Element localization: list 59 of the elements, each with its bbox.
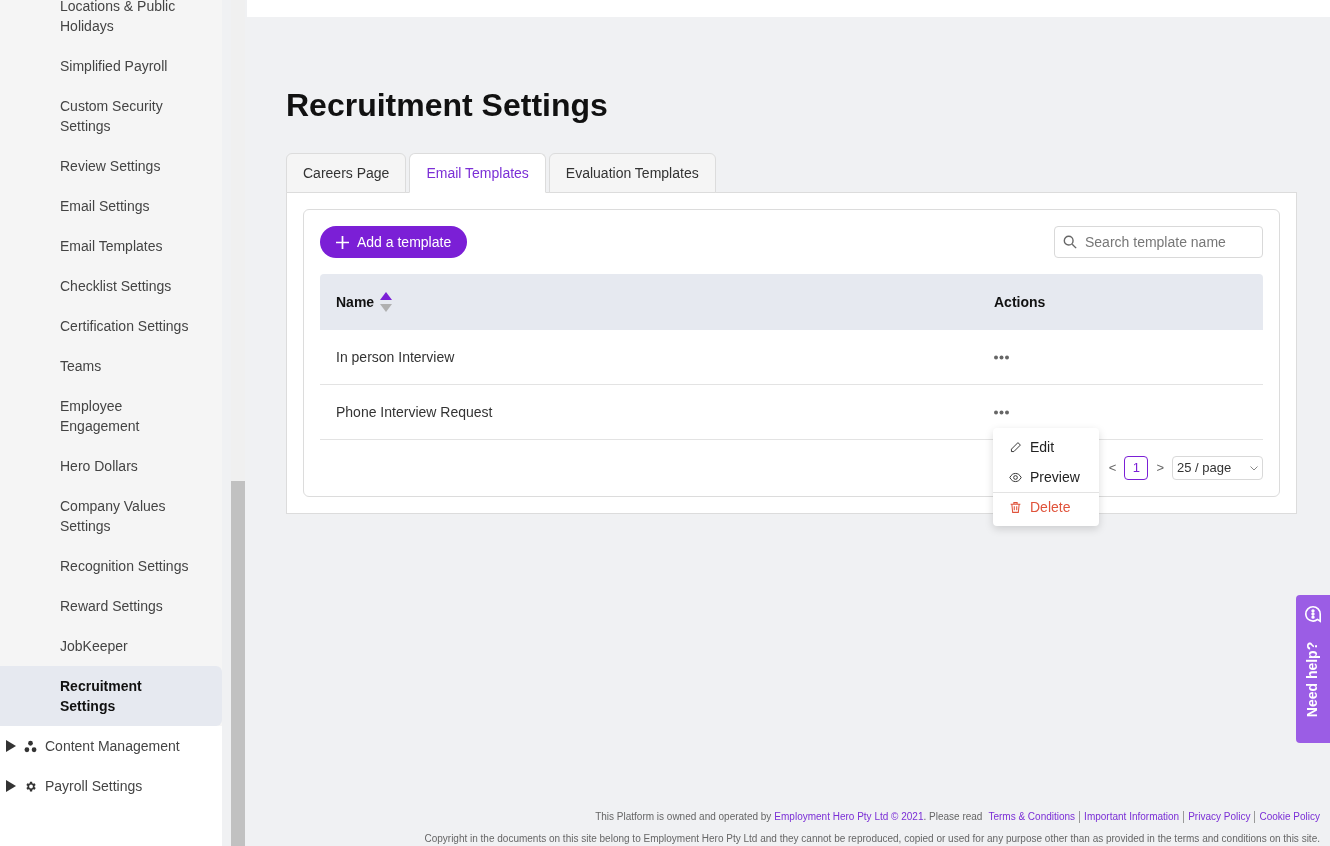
footer-text: . Please read: [923, 811, 983, 823]
sidebar-item[interactable]: Locations & Public Holidays: [0, 0, 222, 46]
sidebar-item[interactable]: Review Settings: [0, 146, 222, 186]
sidebar-item[interactable]: Employee Engagement: [0, 386, 222, 446]
column-header: Actions: [994, 292, 1046, 312]
footer-link[interactable]: Privacy Policy: [1188, 811, 1251, 823]
add-template-button[interactable]: Add a template: [320, 226, 468, 258]
sidebar-item[interactable]: Hero Dollars: [0, 446, 222, 486]
sidebar-item[interactable]: Email Templates: [0, 226, 222, 266]
menu-item[interactable]: Edit: [993, 432, 1099, 462]
column-header[interactable]: Name: [336, 291, 375, 313]
pencil-icon: [1009, 440, 1022, 454]
copyright-text: Copyright in the documents on this site belong to Employment Hero Pty Ltd and they cannot be reproduced, copied or used for any purpose other than as provided in the terms and conditions on this site.: [424, 833, 1320, 845]
tab[interactable]: Email Templates: [409, 153, 546, 193]
sort-icon[interactable]: [380, 291, 393, 313]
sidebar-section-label: Payroll Settings: [45, 777, 143, 796]
table-cell-text: In person Interview: [336, 347, 456, 367]
footer-link[interactable]: Terms & Conditions: [988, 811, 1076, 823]
sidebar-item[interactable]: Email Settings: [0, 186, 222, 226]
more-icon[interactable]: [994, 409, 1009, 415]
trash-icon: [1009, 501, 1022, 514]
nodes-icon: [24, 739, 37, 753]
page-size-select[interactable]: 25 / page: [1172, 456, 1263, 480]
sidebar-item[interactable]: Simplified Payroll: [0, 46, 222, 86]
sidebar-section-label: Content Management: [45, 737, 180, 756]
prev-page-button[interactable]: <: [1108, 458, 1117, 478]
sidebar-item[interactable]: Custom Security Settings: [0, 86, 222, 146]
sidebar-section[interactable]: Payroll Settings: [0, 766, 222, 806]
more-icon[interactable]: [994, 354, 1009, 360]
chevron-down-icon: [1250, 465, 1258, 471]
footer-link[interactable]: Cookie Policy: [1259, 811, 1320, 823]
page-title: Recruitment Settings: [286, 86, 609, 125]
next-page-button[interactable]: >: [1156, 458, 1164, 478]
sidebar-item[interactable]: Checklist Settings: [0, 266, 222, 306]
sidebar-item[interactable]: Certification Settings: [0, 306, 222, 346]
table-cell-text: Phone Interview Request: [336, 402, 494, 422]
footer-link[interactable]: Important Information: [1084, 811, 1180, 823]
plus-icon: [336, 235, 349, 249]
settings-icon: [24, 779, 37, 793]
page-button[interactable]: 1: [1124, 456, 1149, 480]
sidebar-item[interactable]: Teams: [0, 346, 222, 386]
footer-text: This Platform is owned and operated by: [595, 811, 772, 823]
sidebar-section[interactable]: Content Management: [0, 726, 222, 766]
menu-item[interactable]: Preview: [993, 462, 1099, 492]
tab[interactable]: Careers Page: [286, 153, 407, 193]
search-field[interactable]: Search template name: [1054, 226, 1263, 258]
tab[interactable]: Evaluation Templates: [548, 153, 716, 193]
caret-icon: [6, 780, 16, 792]
search-icon: [1063, 235, 1077, 249]
caret-icon: [6, 740, 16, 752]
sidebar-item[interactable]: Recognition Settings: [0, 546, 222, 586]
eye-icon: [1009, 470, 1022, 484]
scrollbar-thumb[interactable]: [231, 481, 245, 846]
chat-icon: [1304, 605, 1322, 623]
sidebar-item[interactable]: Recruitment Settings: [0, 666, 222, 726]
sidebar-item[interactable]: Company Values Settings: [0, 486, 222, 546]
sidebar-item[interactable]: JobKeeper: [0, 626, 222, 666]
need-help-tab[interactable]: Need help?: [1296, 595, 1330, 743]
sidebar-item[interactable]: Reward Settings: [0, 586, 222, 626]
